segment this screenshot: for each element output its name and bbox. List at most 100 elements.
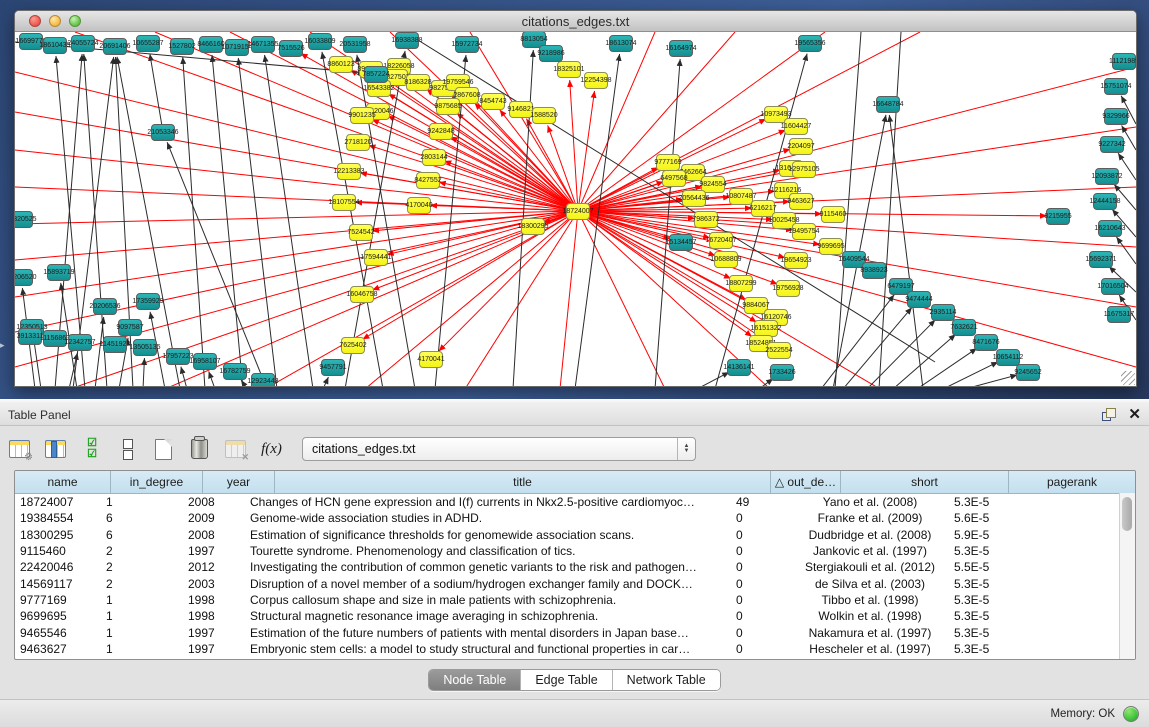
graph-node[interactable]: 19756928	[776, 280, 800, 297]
table-row[interactable]: 946554611997Estimation of the future num…	[15, 624, 1135, 640]
graph-node[interactable]: 2935114	[931, 304, 955, 321]
graph-node[interactable]: 16210643	[1098, 220, 1122, 237]
graph-node[interactable]: 10654112	[996, 349, 1020, 366]
graph-node[interactable]: 9777169	[656, 154, 680, 171]
graph-node[interactable]: 10688809	[714, 251, 738, 268]
graph-node[interactable]: 2718120	[346, 134, 370, 151]
graph-node[interactable]: 8471676	[974, 334, 998, 351]
close-panel-icon[interactable]: ✕	[1128, 408, 1141, 421]
column-header-pagerank[interactable]: pagerank	[1009, 471, 1135, 493]
graph-node[interactable]: 7986372	[694, 211, 718, 228]
graph-node[interactable]: 16033809	[308, 33, 332, 50]
graph-node[interactable]: 13505135	[133, 339, 157, 356]
graph-node[interactable]: 4170041	[419, 351, 443, 368]
graph-node[interactable]: 12254398	[584, 72, 608, 89]
graph-node[interactable]: 20564436	[682, 190, 706, 207]
tab-node-table[interactable]: Node Table	[429, 670, 521, 690]
graph-node[interactable]: 18613074	[609, 35, 633, 52]
column-header-in_degree[interactable]: in_degree	[111, 471, 203, 493]
graph-node[interactable]: 9329966	[1104, 108, 1128, 125]
graph-node[interactable]: 7632621	[952, 319, 976, 336]
graph-node[interactable]: 16938388	[395, 32, 419, 49]
graph-node[interactable]: 19654923	[784, 252, 808, 269]
graph-node[interactable]: 7625402	[341, 337, 365, 354]
graph-node[interactable]: 17016504	[1101, 278, 1125, 295]
function-builder-button[interactable]: f(x)	[260, 438, 283, 461]
graph-node[interactable]: 9218986	[539, 45, 563, 62]
graph-node[interactable]: 21053346	[151, 124, 175, 141]
graph-node[interactable]: 7524542	[349, 224, 373, 241]
graph-node[interactable]: 7857224	[364, 66, 388, 83]
graph-node[interactable]: 10719154	[225, 39, 249, 56]
graph-node[interactable]: 19565356	[798, 35, 822, 52]
new-column-button[interactable]	[152, 438, 175, 461]
table-mode-button[interactable]: ⚙	[8, 438, 31, 461]
graph-node[interactable]: 9097587	[118, 319, 142, 336]
graph-node[interactable]: 4170040	[407, 197, 431, 214]
graph-node[interactable]: 17957223	[166, 348, 190, 365]
graph-node[interactable]: 8186328	[406, 74, 430, 91]
graph-node[interactable]: 9227342	[1100, 136, 1124, 153]
table-row[interactable]: 1830029562008Estimation of significance …	[15, 527, 1135, 543]
graph-node[interactable]: 11156863	[43, 330, 67, 347]
graph-node[interactable]: 11604427	[784, 118, 808, 135]
graph-node[interactable]: 3913311	[18, 328, 42, 345]
graph-node[interactable]: 20206536	[93, 298, 117, 315]
graph-node[interactable]: 2803144	[422, 149, 446, 166]
table-row[interactable]: 977716911998Corpus callosum shape and si…	[15, 592, 1135, 608]
graph-node[interactable]: 9115460	[821, 206, 845, 223]
graph-node[interactable]: 16782759	[223, 363, 247, 380]
network-canvas[interactable]: 1872400788601238912955182260589827503165…	[15, 32, 1136, 386]
graph-node[interactable]: 18807299	[729, 275, 753, 292]
float-panel-icon[interactable]	[1102, 408, 1116, 421]
graph-node[interactable]: 12093872	[1095, 168, 1119, 185]
graph-node[interactable]: 8938923	[862, 262, 886, 279]
graph-node[interactable]: 9146821	[509, 101, 533, 118]
graph-node[interactable]: 11121989	[1112, 53, 1136, 70]
tab-edge-table[interactable]: Edge Table	[521, 670, 612, 690]
table-row[interactable]: 2242004622012Investigating the contribut…	[15, 559, 1135, 575]
graph-node[interactable]: 16958107	[193, 353, 217, 370]
graph-node[interactable]: 8454743	[481, 93, 505, 110]
graph-node[interactable]: 12923448	[251, 373, 275, 386]
graph-node[interactable]: 17359929	[136, 293, 160, 310]
graph-node[interactable]: 16648784	[876, 96, 900, 113]
graph-node[interactable]: 18107554	[332, 194, 356, 211]
table-row[interactable]: 911546021997Tourette syndrome. Phenomeno…	[15, 543, 1135, 559]
table-row[interactable]: 1938455462009Genome-wide association stu…	[15, 510, 1135, 526]
graph-node[interactable]: 12213383	[337, 163, 361, 180]
graph-node[interactable]: 9875685	[436, 98, 460, 115]
show-columns-button[interactable]	[44, 438, 67, 461]
graph-node[interactable]: 15893719	[47, 264, 71, 281]
graph-node[interactable]: 18325101	[557, 61, 581, 78]
graph-node[interactable]: 18610439	[43, 37, 67, 54]
table-row[interactable]: 969969511998Structural magnetic resonanc…	[15, 608, 1135, 624]
graph-node[interactable]: 10655287	[136, 35, 160, 52]
delete-column-button[interactable]	[188, 438, 211, 461]
graph-node[interactable]: 2204097	[789, 138, 813, 155]
graph-node[interactable]: 20691406	[103, 38, 127, 55]
graph-node[interactable]: 16046758	[350, 286, 374, 303]
graph-node[interactable]: 15751074	[1104, 78, 1128, 95]
resize-grip[interactable]	[1121, 371, 1135, 385]
graph-node[interactable]: 8427552	[416, 172, 440, 189]
graph-node[interactable]: 16320525	[15, 211, 33, 228]
graph-node[interactable]: 8466160	[199, 36, 223, 53]
hidden-panel-arrow-icon[interactable]: ▸	[0, 340, 5, 351]
graph-node[interactable]: 26206520	[15, 269, 33, 286]
graph-node[interactable]: 16720407	[709, 232, 733, 249]
graph-node[interactable]: 8860123	[329, 56, 353, 73]
column-header-year[interactable]: year	[203, 471, 275, 493]
graph-node[interactable]: 18724007	[566, 203, 590, 220]
select-columns-button[interactable]: ☑☑	[80, 438, 103, 461]
graph-node[interactable]: 16164974	[669, 40, 693, 57]
graph-node[interactable]: 10807487	[729, 188, 753, 205]
graph-node[interactable]: 11675317	[1107, 306, 1131, 323]
graph-node[interactable]: 12444158	[1093, 193, 1117, 210]
graph-node[interactable]: 12975105	[792, 161, 816, 178]
graph-node[interactable]: 9463627	[789, 193, 813, 210]
row-height-button[interactable]	[116, 438, 139, 461]
graph-node[interactable]: 14671355	[251, 36, 275, 53]
graph-node[interactable]: 9474444	[907, 291, 931, 308]
graph-node[interactable]: 20531958	[343, 36, 367, 53]
